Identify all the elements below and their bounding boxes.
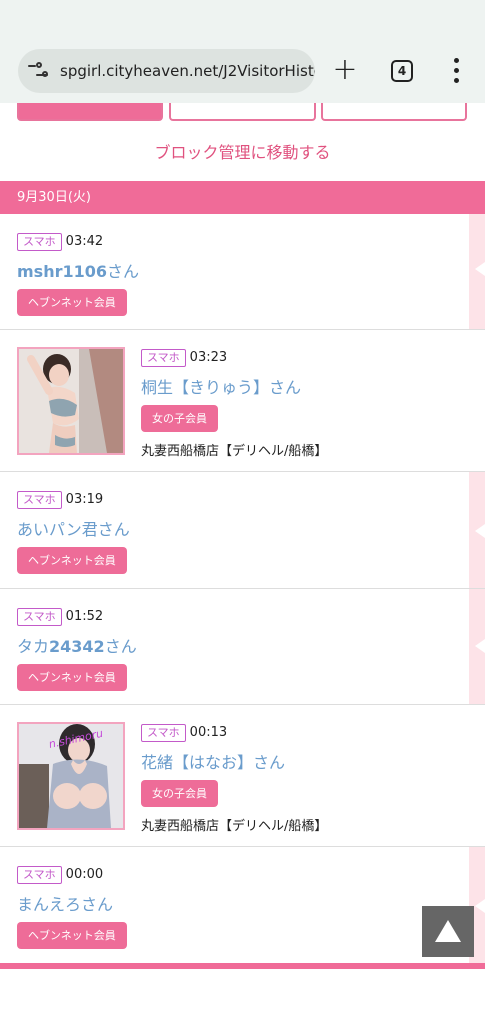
visitor-row[interactable]: スマホ 03:19 あいパン君さん ヘブンネット会員 <box>0 472 485 589</box>
scroll-to-top-button[interactable] <box>422 906 474 957</box>
arrow-up-icon <box>435 920 461 942</box>
visitor-photo[interactable] <box>17 347 125 455</box>
row-arrow-icon <box>475 899 485 913</box>
visit-time: 00:00 <box>65 867 104 882</box>
visitor-row[interactable]: スマホ 00:00 まんえろさん ヘブンネット会員 <box>0 847 485 963</box>
row-arrow-icon <box>475 262 485 276</box>
visitor-name[interactable]: タカ24342さん <box>17 633 137 657</box>
visitor-row[interactable]: スマホ 01:52 タカ24342さん ヘブンネット会員 <box>0 589 485 705</box>
url-text: spgirl.cityheaven.net/J2VisitorHistor <box>60 62 315 80</box>
visitor-row[interactable]: スマホ 03:42 mshr1106さん ヘブンネット会員 <box>0 214 485 330</box>
visit-time: 01:52 <box>65 609 104 624</box>
visitor-name[interactable]: mshr1106さん <box>17 258 139 282</box>
visitor-photo[interactable]: n.shimoru <box>17 722 125 830</box>
visit-time: 03:42 <box>65 234 104 249</box>
member-type-tag: 女の子会員 <box>141 779 218 807</box>
visitor-name[interactable]: まんえろさん <box>17 891 127 915</box>
device-badge: スマホ <box>17 607 62 626</box>
visitor-name[interactable]: あいパン君さん <box>17 516 130 540</box>
device-badge: スマホ <box>141 348 186 367</box>
member-type-tag: ヘブンネット会員 <box>17 546 127 574</box>
visit-time: 00:13 <box>189 725 228 740</box>
visitor-row[interactable]: n.shimoru スマホ 00:13 花緒【はなお】さん 女の子会員 丸妻西船橋… <box>0 705 485 847</box>
device-badge: スマホ <box>17 865 62 884</box>
member-type-tag: 女の子会員 <box>141 404 218 432</box>
shop-name[interactable]: 丸妻西船橋店【デリヘル/船橋】 <box>141 440 327 459</box>
tab-switcher-button[interactable]: 4 <box>391 60 413 82</box>
browser-menu-icon[interactable] <box>452 58 462 84</box>
visit-time: 03:19 <box>65 492 104 507</box>
visitor-row[interactable]: スマホ 03:23 桐生【きりゅう】さん 女の子会員 丸妻西船橋店【デリヘル/船橋… <box>0 330 485 472</box>
visit-time: 03:23 <box>189 350 228 365</box>
visitor-name[interactable]: 花緒【はなお】さん <box>141 749 327 773</box>
date-header: 9月30日(火) <box>0 181 485 214</box>
device-badge: スマホ <box>141 723 186 742</box>
browser-toolbar: spgirl.cityheaven.net/J2VisitorHistor + … <box>0 0 485 103</box>
device-badge: スマホ <box>17 232 62 251</box>
row-arrow-icon <box>475 639 485 653</box>
new-tab-plus-icon[interactable]: + <box>331 55 359 85</box>
member-type-tag: ヘブンネット会員 <box>17 921 127 949</box>
shop-name[interactable]: 丸妻西船橋店【デリヘル/船橋】 <box>141 815 327 834</box>
filter-tab-button-3[interactable] <box>321 103 467 121</box>
page-content: ブロック管理に移動する 9月30日(火) スマホ 03:42 mshr1106さん… <box>0 103 485 1024</box>
visitor-name[interactable]: 桐生【きりゅう】さん <box>141 374 327 398</box>
device-badge: スマホ <box>17 490 62 509</box>
filter-tab-button-2[interactable] <box>169 103 316 121</box>
address-bar[interactable]: spgirl.cityheaven.net/J2VisitorHistor <box>18 49 315 93</box>
row-arrow-icon <box>475 524 485 538</box>
list-end-divider <box>0 963 485 969</box>
filter-tab-button-1[interactable] <box>17 103 163 121</box>
member-type-tag: ヘブンネット会員 <box>17 288 127 316</box>
member-type-tag: ヘブンネット会員 <box>17 663 127 691</box>
block-management-link[interactable]: ブロック管理に移動する <box>0 139 485 163</box>
site-settings-icon[interactable] <box>28 61 54 81</box>
